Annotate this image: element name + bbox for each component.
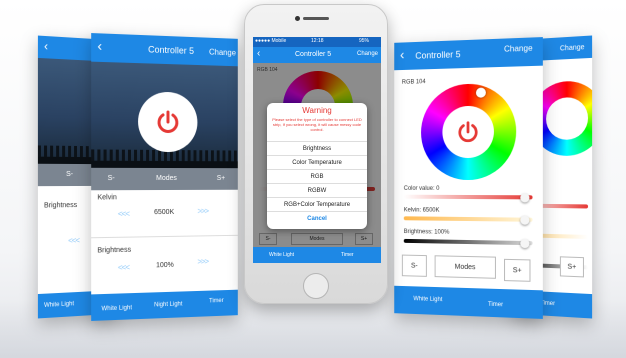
battery-text: 95% [359,38,369,44]
option-rgbw[interactable]: RGBW [267,183,367,197]
earpiece [303,17,329,20]
brightness-slider-knob[interactable] [520,239,529,248]
power-icon [155,109,181,135]
cancel-button[interactable]: Cancel [267,211,367,225]
front-camera [295,16,300,21]
tab-white-light[interactable]: White Light [101,305,132,312]
brightness-slider[interactable] [404,239,533,245]
status-bar: ●●●●● Mobile 12:18 95% [253,37,381,47]
nav-bar: ‹ Controller 5 Change [91,33,238,66]
brightness-decrease-arrows[interactable]: <<< [68,236,79,245]
change-button[interactable]: Change [560,44,585,52]
kelvin-value: 6500K [154,209,174,216]
tab-bar: White Light Timer [253,247,381,263]
option-color-temperature[interactable]: Color Temperature [267,155,367,169]
back-chevron-icon[interactable]: ‹ [97,37,102,53]
option-rgb[interactable]: RGB [267,169,367,183]
speed-minus-button[interactable]: S- [402,255,427,277]
color-value-label: Color value: 0 [404,186,440,192]
iphone-device: ●●●●● Mobile 12:18 95% ‹ Controller 5 Ch… [244,4,388,304]
brightness-value: 100% [156,262,174,269]
brightness-label: Brightness [97,247,131,255]
app-screen-white-light: ‹ Controller 5 Change S- Modes S+ Kelvin… [91,33,238,321]
modes-button[interactable]: Modes [156,175,177,182]
power-button[interactable] [138,91,197,152]
home-button[interactable] [303,273,329,299]
app-screen-rgb: ‹ Controller 5 Change RGB 104 Color valu… [394,37,543,319]
brightness-label: Brightness [44,202,77,209]
change-button[interactable]: Change [357,51,378,57]
clock-text: 12:18 [311,38,324,44]
kelvin-label: Kelvin: 6500K [404,207,440,213]
scene-controls: S- Modes S+ [91,168,238,190]
color-wheel[interactable] [421,83,516,180]
kelvin-decrease-arrows[interactable]: <<< [118,209,129,218]
modes-button[interactable]: Modes [435,255,496,279]
back-chevron-icon[interactable]: ‹ [400,46,404,62]
nav-bar: ‹ Controller 5 Change [394,37,543,70]
speed-plus-button[interactable]: S+ [217,175,225,182]
speed-minus-button[interactable]: S- [108,175,115,182]
tab-timer[interactable]: Timer [209,298,224,304]
tab-white-light[interactable]: White Light [413,296,442,303]
page-title: Controller 5 [148,44,194,56]
color-slider[interactable] [404,195,533,200]
option-rgb-color-temperature[interactable]: RGB+Color Temperature [267,197,367,211]
dialog-message: Please select the type of controller to … [271,117,363,132]
tab-white-light[interactable]: White Light [269,252,294,258]
dialog-title: Warning [267,106,367,115]
brightness-increase-arrows[interactable]: >>> [197,257,208,266]
tab-bar: White Light Timer [394,286,543,319]
warning-dialog: Warning Please select the type of contro… [267,103,367,229]
nav-bar: ‹ Controller 5 Change [253,47,381,63]
tab-timer[interactable]: Timer [341,252,354,258]
page-title: Controller 5 [295,51,331,58]
speed-plus-button[interactable]: S+ [504,259,530,282]
change-button[interactable]: Change [504,44,533,54]
kelvin-label: Kelvin [97,194,117,201]
brightness-label: Brightness: 100% [404,229,450,236]
option-brightness[interactable]: Brightness [267,141,367,155]
phone-screen: ●●●●● Mobile 12:18 95% ‹ Controller 5 Ch… [253,37,381,263]
power-button[interactable] [442,105,494,158]
color-slider-knob[interactable] [520,193,529,202]
rgb-label: RGB 104 [402,79,426,86]
power-icon [456,120,480,144]
back-chevron-icon[interactable]: ‹ [257,48,260,59]
speed-minus-button[interactable]: S- [66,171,73,178]
brightness-decrease-arrows[interactable]: <<< [118,263,129,272]
back-chevron-icon[interactable]: ‹ [44,39,48,53]
tab-night-light[interactable]: Night Light [154,301,182,308]
page-title: Controller 5 [415,49,460,60]
speed-plus-button[interactable]: S+ [560,256,584,277]
tab-timer[interactable]: Timer [488,302,503,309]
kelvin-increase-arrows[interactable]: >>> [197,207,208,216]
color-picker-handle[interactable] [476,88,486,98]
kelvin-slider[interactable] [404,216,533,221]
kelvin-slider-knob[interactable] [520,216,529,225]
tab-white-light[interactable]: White Light [44,301,74,309]
change-button[interactable]: Change [209,48,236,58]
carrier-text: ●●●●● Mobile [255,38,286,44]
